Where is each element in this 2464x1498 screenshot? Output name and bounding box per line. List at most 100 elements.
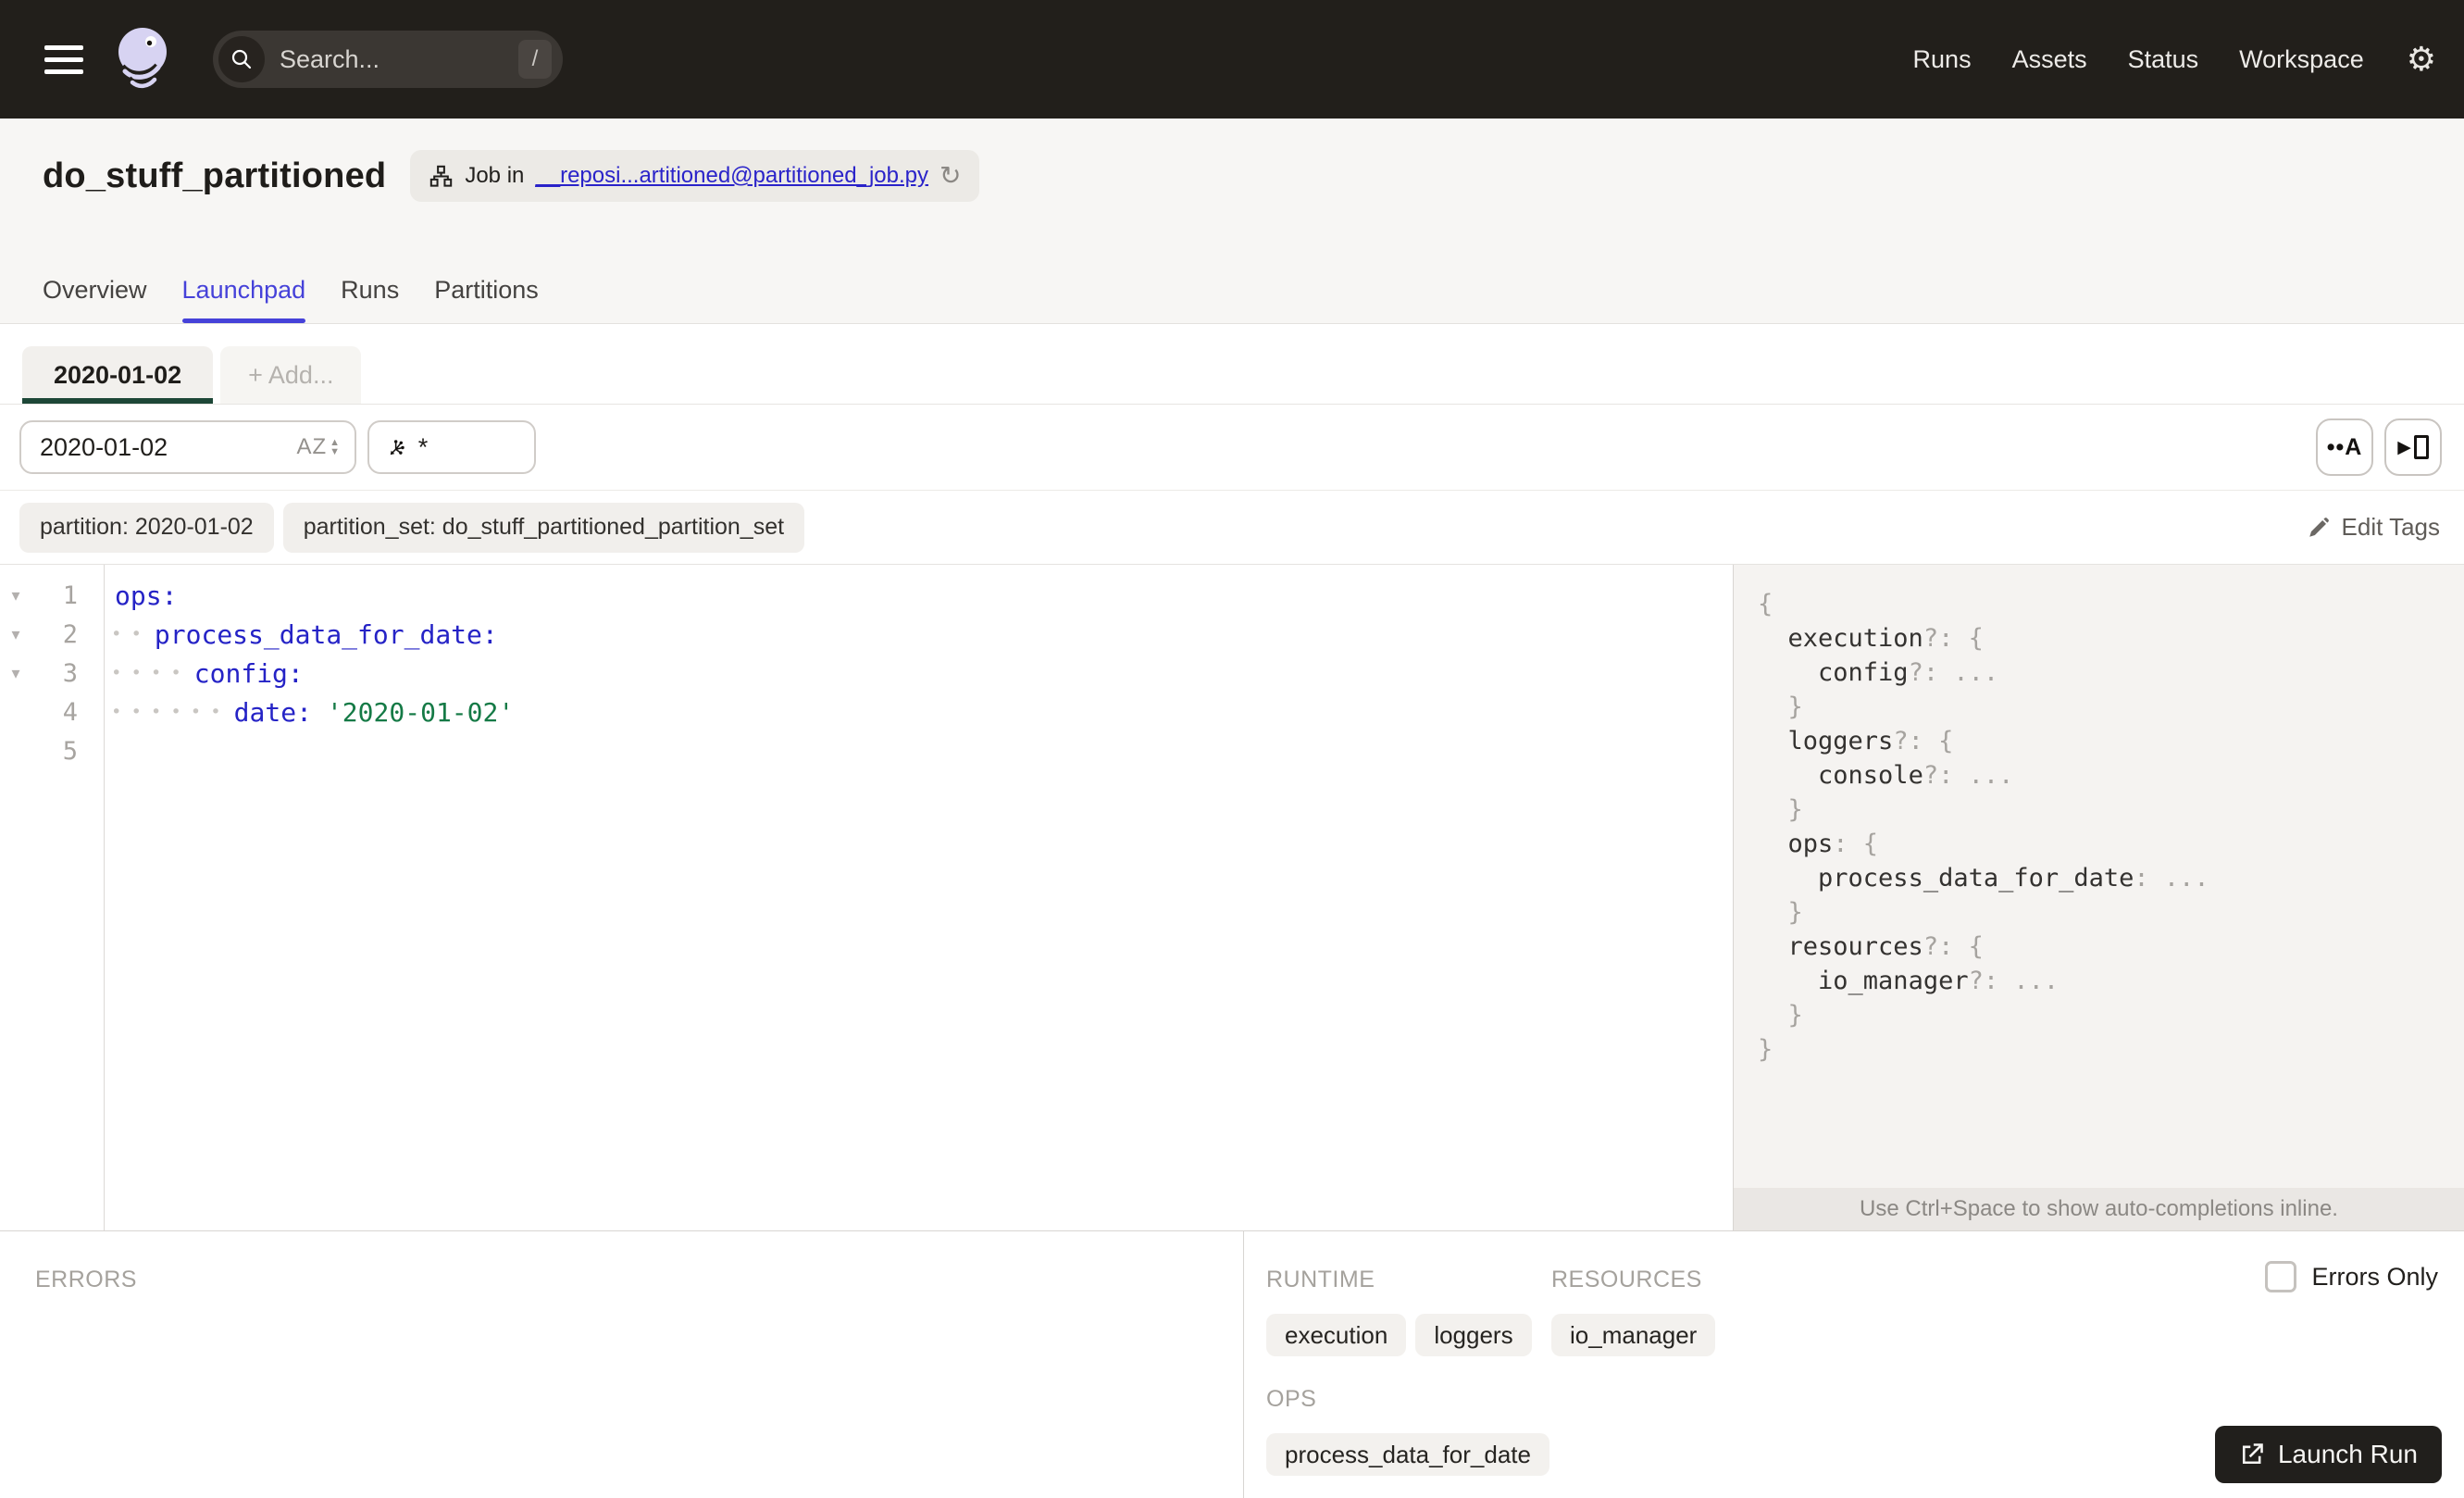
launchpad-config-tabs: 2020-01-02 + Add... [0,324,2464,405]
partition-select-field: AZ ▲▼ [19,420,356,474]
top-navigation-bar: / Runs Assets Status Workspace ⚙ [0,0,2464,119]
editor-line: ▾ 2 •• process_data_for_date: [0,615,1733,654]
nav-assets[interactable]: Assets [2012,45,2087,74]
schema-line: execution?: { [1787,624,1984,653]
schema-line: } [1787,693,1803,721]
schema-line: } [1758,1035,1773,1064]
search-shortcut-badge: / [518,40,552,79]
schema-line: } [1787,898,1803,927]
line-number: 4 [62,697,78,727]
fold-arrow-icon[interactable]: ▾ [0,586,31,605]
whitespace-icon: ▶ [2397,437,2411,457]
config-summary-pane: RUNTIME execution loggers RESOURCES io_m… [1244,1231,2464,1498]
editor-line: 4 •••••• date: '2020-01-02' [0,693,1733,731]
page-title: do_stuff_partitioned [43,156,387,195]
errors-only-checkbox[interactable] [2265,1261,2297,1292]
add-config-tab-button[interactable]: + Add... [220,346,362,404]
scaffold-input[interactable] [417,432,519,462]
dagster-logo[interactable] [111,24,176,94]
errors-only-control: Errors Only [2265,1261,2438,1292]
indent-dots: •••••• [111,702,230,722]
nav-status[interactable]: Status [2128,45,2199,74]
job-graph-icon [430,165,453,187]
chip-process-data-for-date[interactable]: process_data_for_date [1266,1433,1549,1476]
yaml-key: config: [193,657,304,689]
schema-line: { [1758,590,1773,618]
search-input[interactable] [280,44,518,74]
tag-partition: partition: 2020-01-02 [19,502,274,553]
refresh-icon[interactable]: ↻ [940,163,961,189]
bottom-panel: ERRORS RUNTIME execution loggers RESOURC… [0,1231,2464,1498]
nav-workspace[interactable]: Workspace [2239,45,2364,74]
schema-line: } [1787,1001,1803,1030]
launch-run-button[interactable]: Launch Run [2214,1426,2442,1483]
whitespace-toggle-button[interactable]: ▶ [2384,418,2442,476]
editor-line: ▾ 3 •••• config: [0,654,1733,693]
chip-execution[interactable]: execution [1266,1314,1407,1356]
gutter-divider [104,565,105,1230]
yaml-key: process_data_for_date: [154,618,498,650]
tag-bar: partition: 2020-01-02 partition_set: do_… [0,491,2464,565]
job-origin-badge: Job in __reposi...artitioned@partitioned… [410,150,980,202]
config-editor-area: ▾ 1 ops: ▾ 2 •• process_data_for_date: ▾ … [0,565,2464,1231]
errors-pane: ERRORS [0,1231,1244,1498]
schema-line: loggers?: { [1787,727,1954,755]
schema-line: io_manager?: ... [1818,967,2060,995]
tag-partition-set: partition_set: do_stuff_partitioned_part… [282,502,805,553]
pencil-icon [2308,517,2329,537]
line-number: 2 [62,619,78,649]
tab-partitions[interactable]: Partitions [434,276,539,323]
autocomplete-hint: Use Ctrl+Space to show auto-completions … [1734,1188,2464,1230]
indent-dots: •• [111,624,151,644]
launch-run-label: Launch Run [2277,1440,2418,1468]
launchpad-toolbar: AZ ▲▼ ••A ▶ [0,405,2464,491]
schema-line: } [1787,795,1803,824]
yaml-editor[interactable]: ▾ 1 ops: ▾ 2 •• process_data_for_date: ▾ … [0,565,1733,1230]
octopus-logo-icon [118,28,167,89]
ops-heading: OPS [1266,1386,1317,1412]
runtime-heading: RUNTIME [1266,1267,1375,1292]
schema-line: console?: ... [1818,761,2014,790]
edit-tags-label: Edit Tags [2341,513,2440,541]
gear-icon[interactable]: ⚙ [2407,43,2436,76]
global-search: / [213,31,563,88]
hamburger-menu-icon[interactable] [44,44,83,74]
tab-runs[interactable]: Runs [341,276,399,323]
config-schema-panel: { execution?: { config?: ... } loggers?:… [1733,565,2464,1230]
scaffold-field [367,420,536,474]
fan-out-icon [390,439,404,455]
schema-line: ops: { [1787,830,1879,858]
partition-select-input[interactable] [40,432,297,462]
tab-overview[interactable]: Overview [43,276,147,323]
yaml-key: date: [233,696,312,728]
line-number: 3 [62,658,78,688]
chip-io-manager[interactable]: io_manager [1551,1314,1716,1356]
errors-heading: ERRORS [35,1267,137,1292]
whitespace-icon-rect [2413,435,2429,459]
schema-line: process_data_for_date: ... [1818,864,2209,893]
search-icon [218,36,265,82]
config-tab-selected[interactable]: 2020-01-02 [22,346,214,404]
fold-arrow-icon[interactable]: ▾ [0,664,31,683]
autocomplete-icon: ••A [2326,433,2363,460]
fold-arrow-icon[interactable]: ▾ [0,625,31,644]
resources-heading: RESOURCES [1551,1267,1702,1292]
editor-line: 5 [0,731,1733,770]
nav-runs[interactable]: Runs [1913,45,1972,74]
autocomplete-button[interactable]: ••A [2316,418,2373,476]
yaml-value: '2020-01-02' [326,696,515,728]
line-number: 1 [62,580,78,610]
indent-dots: •••• [111,663,191,683]
edit-tags-button[interactable]: Edit Tags [2307,513,2440,542]
tab-launchpad[interactable]: Launchpad [181,276,305,323]
errors-only-label: Errors Only [2311,1262,2438,1291]
schema-line: config?: ... [1818,658,1999,687]
page-header: do_stuff_partitioned Job in __reposi...a… [0,119,2464,324]
chip-loggers[interactable]: loggers [1415,1314,1532,1356]
job-badge-prefix: Job in [465,163,525,188]
job-file-link[interactable]: __reposi...artitioned@partitioned_job.py [535,163,928,189]
editor-line: ▾ 1 ops: [0,576,1733,615]
top-nav-links: Runs Assets Status Workspace [1913,45,2364,74]
line-number: 5 [62,736,78,766]
schema-line: resources?: { [1787,932,1984,961]
